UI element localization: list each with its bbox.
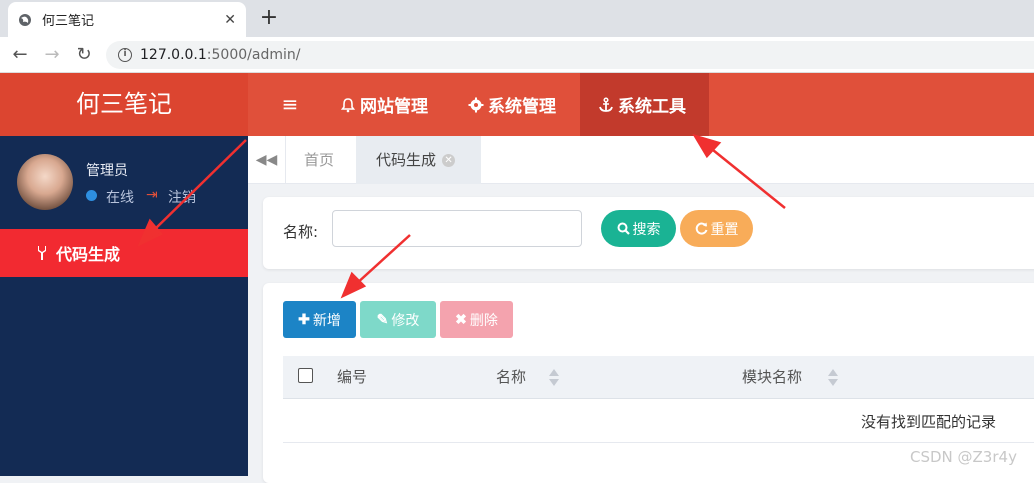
logout-link[interactable]: 注销 xyxy=(168,187,196,207)
online-status: 在线 xyxy=(106,190,134,206)
add-button[interactable]: ✚ 新增 xyxy=(283,301,356,338)
search-icon xyxy=(617,222,630,235)
refresh-icon xyxy=(695,222,707,235)
delete-button[interactable]: ✖ 删除 xyxy=(440,301,513,338)
avatar xyxy=(17,154,73,210)
top-menu-label: 系统管理 xyxy=(488,97,556,117)
watermark: CSDN @Z3r4y xyxy=(910,448,1017,466)
url-host: 127.0.0.1 xyxy=(140,47,207,63)
browser-tab-title: 何三笔记 xyxy=(42,14,95,29)
edit-button[interactable]: ✎ 修改 xyxy=(360,301,436,338)
sidebar-item-code-gen[interactable]: 代码生成 xyxy=(0,229,248,277)
add-button-label: 新增 xyxy=(312,311,341,328)
gear-icon xyxy=(468,97,484,112)
browser-tab[interactable]: 何三笔记 ✕ xyxy=(8,2,246,37)
sidebar: 管理员 在线 ⇥ 注销 代码生成 xyxy=(0,136,248,476)
bell-icon xyxy=(340,97,356,112)
close-icon[interactable]: ✕ xyxy=(442,154,456,167)
tab-home[interactable]: 首页 xyxy=(286,136,352,184)
top-menu-website[interactable]: 网站管理 xyxy=(322,73,446,136)
close-icon[interactable]: ✕ xyxy=(224,12,236,28)
top-menu-label: 网站管理 xyxy=(360,97,428,117)
wrench-icon xyxy=(38,246,46,260)
search-button[interactable]: 搜索 xyxy=(601,210,676,247)
table-header: 编号 名称 模块名称 xyxy=(283,356,1034,399)
info-icon[interactable]: i xyxy=(118,48,132,62)
new-tab-button[interactable]: + xyxy=(258,5,280,31)
delete-button-label: 删除 xyxy=(469,311,498,328)
name-label: 名称: xyxy=(283,223,319,241)
sort-icon[interactable] xyxy=(549,369,559,387)
search-panel: 名称: 搜索 重置 xyxy=(263,197,1034,269)
url-field[interactable]: i 127.0.0.1:5000/admin/ xyxy=(106,41,1034,69)
app-header: 何三笔记 ≡ 网站管理 系统管理 系统工具 xyxy=(0,73,1034,136)
column-header-id[interactable]: 编号 xyxy=(337,356,367,399)
menu-toggle-icon[interactable]: ≡ xyxy=(270,73,310,136)
reset-button[interactable]: 重置 xyxy=(680,210,753,247)
search-button-label: 搜索 xyxy=(632,220,661,237)
reset-button-label: 重置 xyxy=(710,220,739,237)
tab-label: 代码生成 xyxy=(376,151,437,169)
logout-icon[interactable]: ⇥ xyxy=(146,187,158,203)
address-bar: ← → ↻ i 127.0.0.1:5000/admin/ xyxy=(0,37,1034,73)
page-tabs-bar: ◀◀ 首页 代码生成 ✕ xyxy=(248,136,1034,184)
double-chevron-left-icon[interactable]: ◀◀ xyxy=(248,136,286,184)
sort-icon[interactable] xyxy=(828,369,838,387)
column-header-name[interactable]: 名称 xyxy=(496,356,526,399)
user-name: 管理员 xyxy=(86,163,128,179)
select-all-checkbox[interactable] xyxy=(298,368,313,383)
url-path: :5000/admin/ xyxy=(206,47,301,63)
online-status-icon xyxy=(86,190,97,201)
edit-icon: ✎ xyxy=(376,311,389,327)
top-menu-label: 系统工具 xyxy=(618,97,686,117)
edit-button-label: 修改 xyxy=(391,311,420,328)
reload-button[interactable]: ↻ xyxy=(72,43,96,67)
column-header-module[interactable]: 模块名称 xyxy=(742,356,802,399)
forward-button[interactable]: → xyxy=(40,43,64,67)
delete-icon: ✖ xyxy=(455,311,467,327)
name-input[interactable] xyxy=(332,210,582,247)
plus-icon: ✚ xyxy=(298,311,310,327)
tab-code-gen[interactable]: 代码生成 ✕ xyxy=(356,136,481,184)
top-menu-tools[interactable]: 系统工具 xyxy=(580,73,709,136)
sidebar-item-label: 代码生成 xyxy=(56,245,121,264)
anchor-icon xyxy=(599,96,613,112)
table-row: 没有找到匹配的记录 xyxy=(283,399,1034,443)
top-menu-system[interactable]: 系统管理 xyxy=(450,73,574,136)
back-button[interactable]: ← xyxy=(8,43,32,67)
globe-icon xyxy=(19,13,31,26)
browser-tabbar: 何三笔记 ✕ + xyxy=(0,0,1034,37)
empty-message: 没有找到匹配的记录 xyxy=(861,413,997,431)
app-logo[interactable]: 何三笔记 xyxy=(0,73,248,136)
